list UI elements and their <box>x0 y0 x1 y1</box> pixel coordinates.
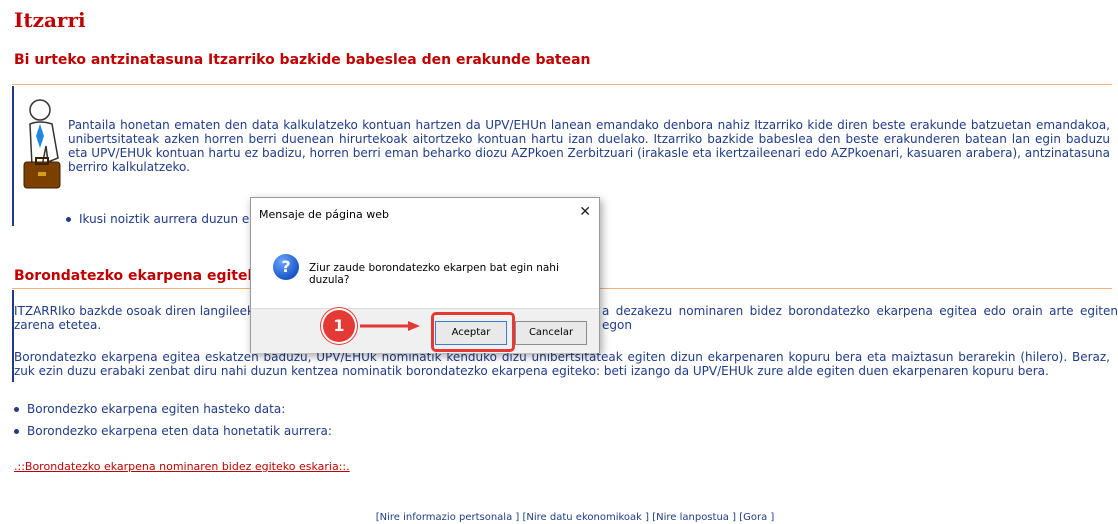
confirm-dialog: Mensaje de página web ✕ ? Ziur zaude bor… <box>250 197 600 353</box>
bullet-dot <box>66 217 71 222</box>
section-title-antzinatasuna: Bi urteko antzinatasuna Itzarriko bazkid… <box>14 52 591 68</box>
dialog-button-bar: Aceptar Cancelar <box>251 308 599 353</box>
divider <box>12 84 1112 85</box>
question-icon: ? <box>273 254 299 280</box>
section2-para1-tail: zarena etetea. <box>14 318 102 332</box>
left-accent-bar <box>12 86 14 226</box>
section2-para1-left: ITZARRIko bazkde osoak diren langileek <box>14 304 254 318</box>
footer-link-job-position[interactable]: [Nire lanpostua ] <box>652 512 736 523</box>
section2-para1-right: a dezakezu nominaren bidez borondatezko … <box>602 304 1118 332</box>
accept-button-highlight <box>431 312 515 352</box>
bullet-stop-date-label: Borondezko ekarpena eten data honetatik … <box>27 424 332 438</box>
close-icon[interactable]: ✕ <box>579 204 591 220</box>
employee-illustration-icon <box>23 99 61 189</box>
bullet-ikusi-label: Ikusi noiztik aurrera duzun ec <box>79 212 256 226</box>
bullet-dot <box>14 407 19 412</box>
bullet-start-date: Borondezko ekarpena egiten hasteko data: <box>14 402 285 416</box>
bullet-start-date-label: Borondezko ekarpena egiten hasteko data: <box>27 402 286 416</box>
dialog-title: Mensaje de página web <box>259 208 389 221</box>
footer-nav: [Nire informazio pertsonala ] [Nire datu… <box>350 512 800 523</box>
footer-link-personal-info[interactable]: [Nire informazio pertsonala ] <box>376 512 520 523</box>
intro-paragraph: Pantaila honetan ematen den data kalkula… <box>68 118 1110 174</box>
step-number-badge: 1 <box>323 310 355 342</box>
section-title-borondatezko: Borondatezko ekarpena egiteko e <box>14 268 281 284</box>
bullet-dot <box>14 429 19 434</box>
cancel-button[interactable]: Cancelar <box>515 321 587 345</box>
dialog-message: Ziur zaude borondatezko ekarpen bat egin… <box>309 262 559 286</box>
footer-link-economic-data[interactable]: [Nire datu ekonomikoak ] <box>523 512 650 523</box>
request-contribution-link[interactable]: .::Borondatezko ekarpena nominaren bidez… <box>14 460 350 473</box>
bullet-ikusi[interactable]: Ikusi noiztik aurrera duzun ec <box>66 212 256 226</box>
section2-para2: Borondatezko ekarpena egitea eskatzen ba… <box>14 350 1110 378</box>
footer-link-top[interactable]: [Gora ] <box>739 512 774 523</box>
page-title: Itzarri <box>14 8 86 32</box>
pointer-arrow-icon <box>360 321 420 331</box>
bullet-stop-date: Borondezko ekarpena eten data honetatik … <box>14 424 332 438</box>
